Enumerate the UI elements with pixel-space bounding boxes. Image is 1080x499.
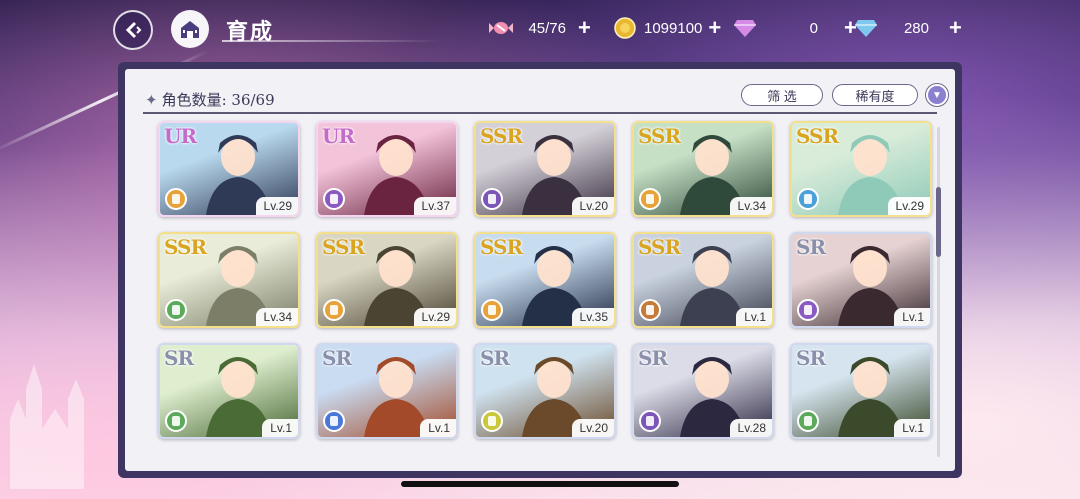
currency-blue-diamond: 280 + — [853, 14, 962, 42]
rarity-badge: SR — [322, 346, 352, 370]
level-label: Lv.29 — [255, 197, 298, 215]
rarity-badge: SSR — [480, 124, 523, 148]
rarity-badge: SR — [796, 235, 826, 259]
candy-add-button[interactable]: + — [578, 17, 591, 39]
character-card[interactable]: SSR Lv.34 — [158, 232, 300, 328]
character-card[interactable]: SSR Lv.29 — [316, 232, 458, 328]
level-label: Lv.1 — [262, 419, 298, 437]
element-icon — [639, 410, 661, 432]
rarity-badge: SR — [638, 346, 668, 370]
blue-diamond-value: 280 — [903, 19, 929, 37]
character-card[interactable]: SR Lv.1 — [316, 343, 458, 439]
blue-diamond-icon — [853, 15, 879, 41]
candy-value: 45/76 — [528, 19, 566, 37]
gold-add-button[interactable]: + — [708, 17, 721, 39]
character-count: ✦ 角色数量: 36/69 — [145, 89, 275, 110]
element-icon — [481, 188, 503, 210]
home-castle-icon — [181, 21, 199, 38]
pink-diamond-value: 0 — [809, 19, 818, 37]
chevron-down-icon: ▼ — [932, 89, 942, 101]
level-label: Lv.20 — [571, 419, 614, 437]
top-bar: 育成 45/76 + 1099100 + 0 + 280 + — [0, 0, 1080, 56]
gold-value: 1099100 — [644, 19, 703, 37]
rarity-badge: UR — [164, 124, 197, 148]
character-card[interactable]: SR Lv.1 — [790, 232, 932, 328]
candy-icon — [488, 15, 514, 41]
element-icon — [481, 299, 503, 321]
level-label: Lv.1 — [736, 308, 772, 326]
rarity-sort-button[interactable]: 稀有度 — [832, 84, 918, 106]
character-card[interactable]: SSR Lv.34 — [632, 121, 774, 217]
element-icon — [323, 188, 345, 210]
rarity-badge: SR — [480, 346, 510, 370]
element-icon — [639, 299, 661, 321]
filter-button[interactable]: 筛 选 — [741, 84, 823, 106]
character-card[interactable]: SR Lv.20 — [474, 343, 616, 439]
element-icon — [165, 188, 187, 210]
element-icon — [639, 188, 661, 210]
level-label: Lv.1 — [894, 308, 930, 326]
rarity-badge: UR — [322, 124, 355, 148]
level-label: Lv.1 — [894, 419, 930, 437]
character-card[interactable]: SR Lv.1 — [790, 343, 932, 439]
rarity-badge: SR — [796, 346, 826, 370]
rarity-badge: SSR — [480, 235, 523, 259]
level-label: Lv.29 — [887, 197, 930, 215]
pink-diamond-icon — [732, 15, 758, 41]
character-card[interactable]: UR Lv.37 — [316, 121, 458, 217]
element-icon — [797, 410, 819, 432]
rarity-badge: SSR — [164, 235, 207, 259]
character-card[interactable]: SSR Lv.29 — [790, 121, 932, 217]
back-arrow-icon — [125, 21, 142, 39]
element-icon — [797, 188, 819, 210]
character-card[interactable]: SSR Lv.20 — [474, 121, 616, 217]
home-indicator[interactable] — [401, 481, 679, 487]
blue-diamond-add-button[interactable]: + — [949, 17, 962, 39]
level-label: Lv.37 — [413, 197, 456, 215]
rarity-badge: SSR — [796, 124, 839, 148]
title-underline — [222, 40, 442, 42]
character-count-text: 角色数量: 36/69 — [161, 91, 275, 109]
level-label: Lv.34 — [729, 197, 772, 215]
rarity-badge: SR — [164, 346, 194, 370]
back-button[interactable] — [113, 10, 153, 50]
character-card[interactable]: SSR Lv.1 — [632, 232, 774, 328]
currency-gold: 1099100 + — [612, 14, 721, 42]
gold-coin-icon — [612, 15, 638, 41]
level-label: Lv.1 — [420, 419, 456, 437]
character-panel: ✦ 角色数量: 36/69 筛 选 稀有度 ▼ UR Lv.29 UR Lv.37 SSR… — [118, 62, 962, 478]
currency-pink-diamond: 0 + — [732, 14, 857, 42]
element-icon — [797, 299, 819, 321]
element-icon — [165, 410, 187, 432]
scrollbar-track[interactable] — [937, 127, 940, 457]
scrollbar-thumb[interactable] — [936, 187, 941, 257]
character-card[interactable]: SSR Lv.35 — [474, 232, 616, 328]
level-label: Lv.20 — [571, 197, 614, 215]
sort-order-toggle[interactable]: ▼ — [926, 84, 948, 106]
character-card[interactable]: SR Lv.28 — [632, 343, 774, 439]
rarity-badge: SSR — [638, 235, 681, 259]
element-icon — [481, 410, 503, 432]
level-label: Lv.29 — [413, 308, 456, 326]
sparkle-icon: ✦ — [145, 91, 158, 109]
character-card[interactable]: UR Lv.29 — [158, 121, 300, 217]
rarity-badge: SSR — [638, 124, 681, 148]
element-icon — [323, 299, 345, 321]
rarity-badge: SSR — [322, 235, 365, 259]
character-panel-inner: ✦ 角色数量: 36/69 筛 选 稀有度 ▼ UR Lv.29 UR Lv.37 SSR… — [125, 69, 955, 471]
element-icon — [323, 410, 345, 432]
element-icon — [165, 299, 187, 321]
castle-silhouette — [10, 364, 84, 489]
currency-candy: 45/76 + — [488, 14, 591, 42]
level-label: Lv.34 — [255, 308, 298, 326]
level-label: Lv.35 — [571, 308, 614, 326]
level-label: Lv.28 — [729, 419, 772, 437]
home-button[interactable] — [171, 10, 209, 48]
header-divider — [143, 112, 937, 114]
character-card[interactable]: SR Lv.1 — [158, 343, 300, 439]
